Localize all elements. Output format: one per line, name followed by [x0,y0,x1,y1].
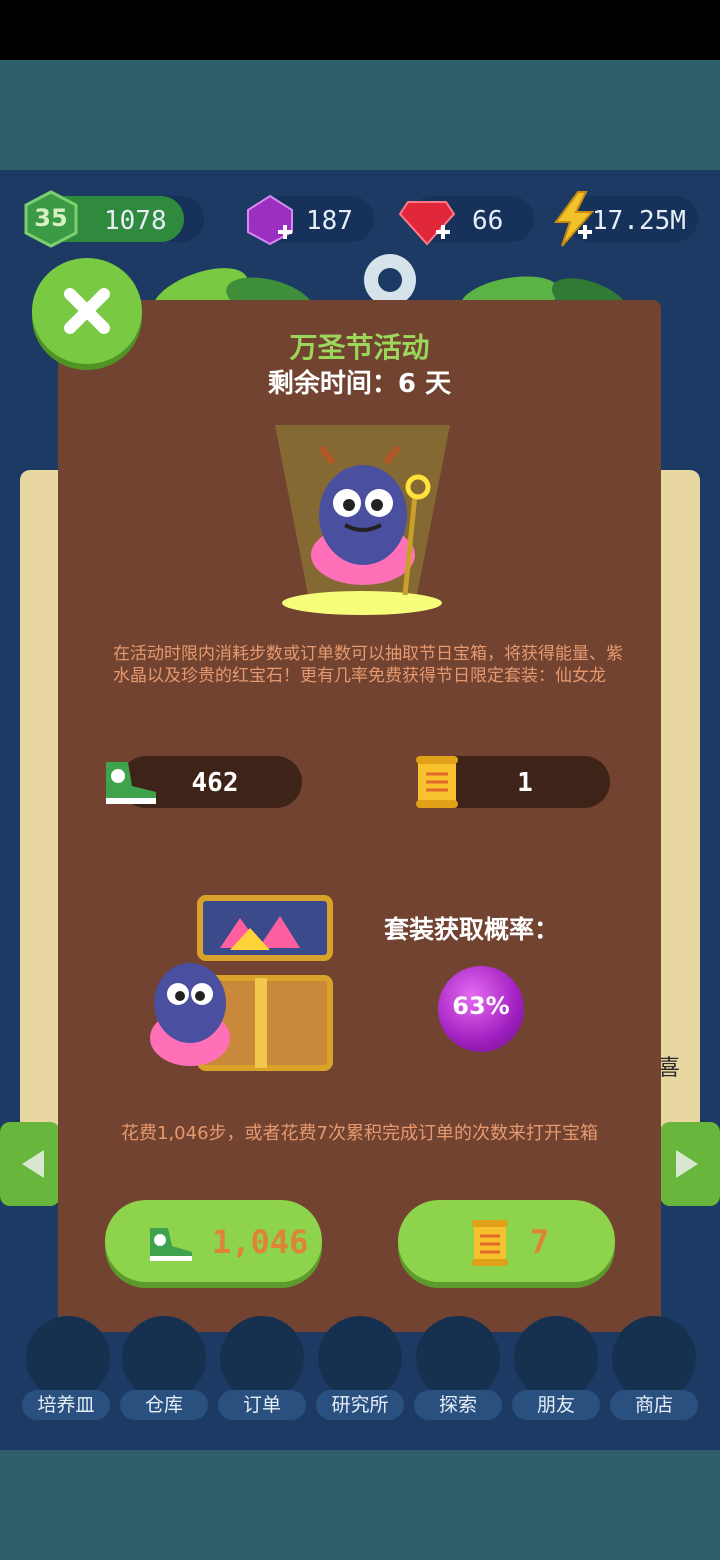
next-arrow-button[interactable] [660,1122,720,1206]
orders-count: 1 [517,768,533,798]
order-scroll-icon [472,1220,508,1266]
chevron-right-icon [676,1150,698,1178]
nav-item-institute[interactable]: 研究所 [316,1390,404,1420]
close-icon [64,288,110,334]
background-bottom [0,1450,720,1560]
top-black-bar [0,0,720,60]
popup-title: 万圣节活动 [289,331,430,364]
background-top [0,60,720,170]
nav-icon-warehouse[interactable] [122,1316,206,1400]
nav-icon-shop[interactable] [612,1316,696,1400]
nav-item-explore[interactable]: 探索 [414,1390,502,1420]
set-rate-label: 套装获取概率： [384,915,560,944]
sneaker-icon [150,1228,192,1261]
nav-icon-petri-dish[interactable] [26,1316,110,1400]
amethyst-value: 187 [306,206,353,236]
steps-count: 462 [191,768,239,798]
set-rate-value: 63% [452,992,510,1020]
background-hint-text: 喜 [658,1056,681,1081]
ruby-icon [398,201,456,246]
nav-icon-orders[interactable] [220,1316,304,1400]
nav-item-friends[interactable]: 朋友 [512,1390,600,1420]
nav-icon-friends[interactable] [514,1316,598,1400]
orders-cost: 7 [530,1223,550,1261]
ruby-value: 66 [472,206,504,236]
experience-value: 1078 [104,206,167,236]
amethyst-icon [247,194,293,246]
order-scroll-icon [416,756,458,808]
nav-item-orders[interactable]: 订单 [218,1390,306,1420]
energy-value: 17.25M [592,206,686,236]
treasure-chest-image [150,895,333,1071]
remaining-time: 剩余时间：6 天 [267,369,452,399]
close-button[interactable] [32,258,142,364]
nav-item-warehouse[interactable]: 仓库 [120,1390,208,1420]
level-number: 35 [34,204,68,232]
event-description: 在活动时限内消耗步数或订单数可以抽取节日宝箱，将获得能量、紫水晶以及珍贵的红宝石… [113,644,623,686]
nav-item-petri-dish[interactable]: 培养皿 [22,1390,110,1420]
prev-arrow-button[interactable] [0,1122,60,1206]
nav-icon-explore[interactable] [416,1316,500,1400]
cost-description: 花费1,046步，或者花费7次累积完成订单的次数来打开宝箱 [121,1123,598,1144]
steps-cost: 1,046 [212,1223,309,1261]
lightning-icon [554,191,595,247]
nav-icon-institute[interactable] [318,1316,402,1400]
fairy-dragon-costume-image [275,425,450,615]
nav-item-shop[interactable]: 商店 [610,1390,698,1420]
sneaker-icon [106,762,156,804]
chevron-left-icon [22,1150,44,1178]
